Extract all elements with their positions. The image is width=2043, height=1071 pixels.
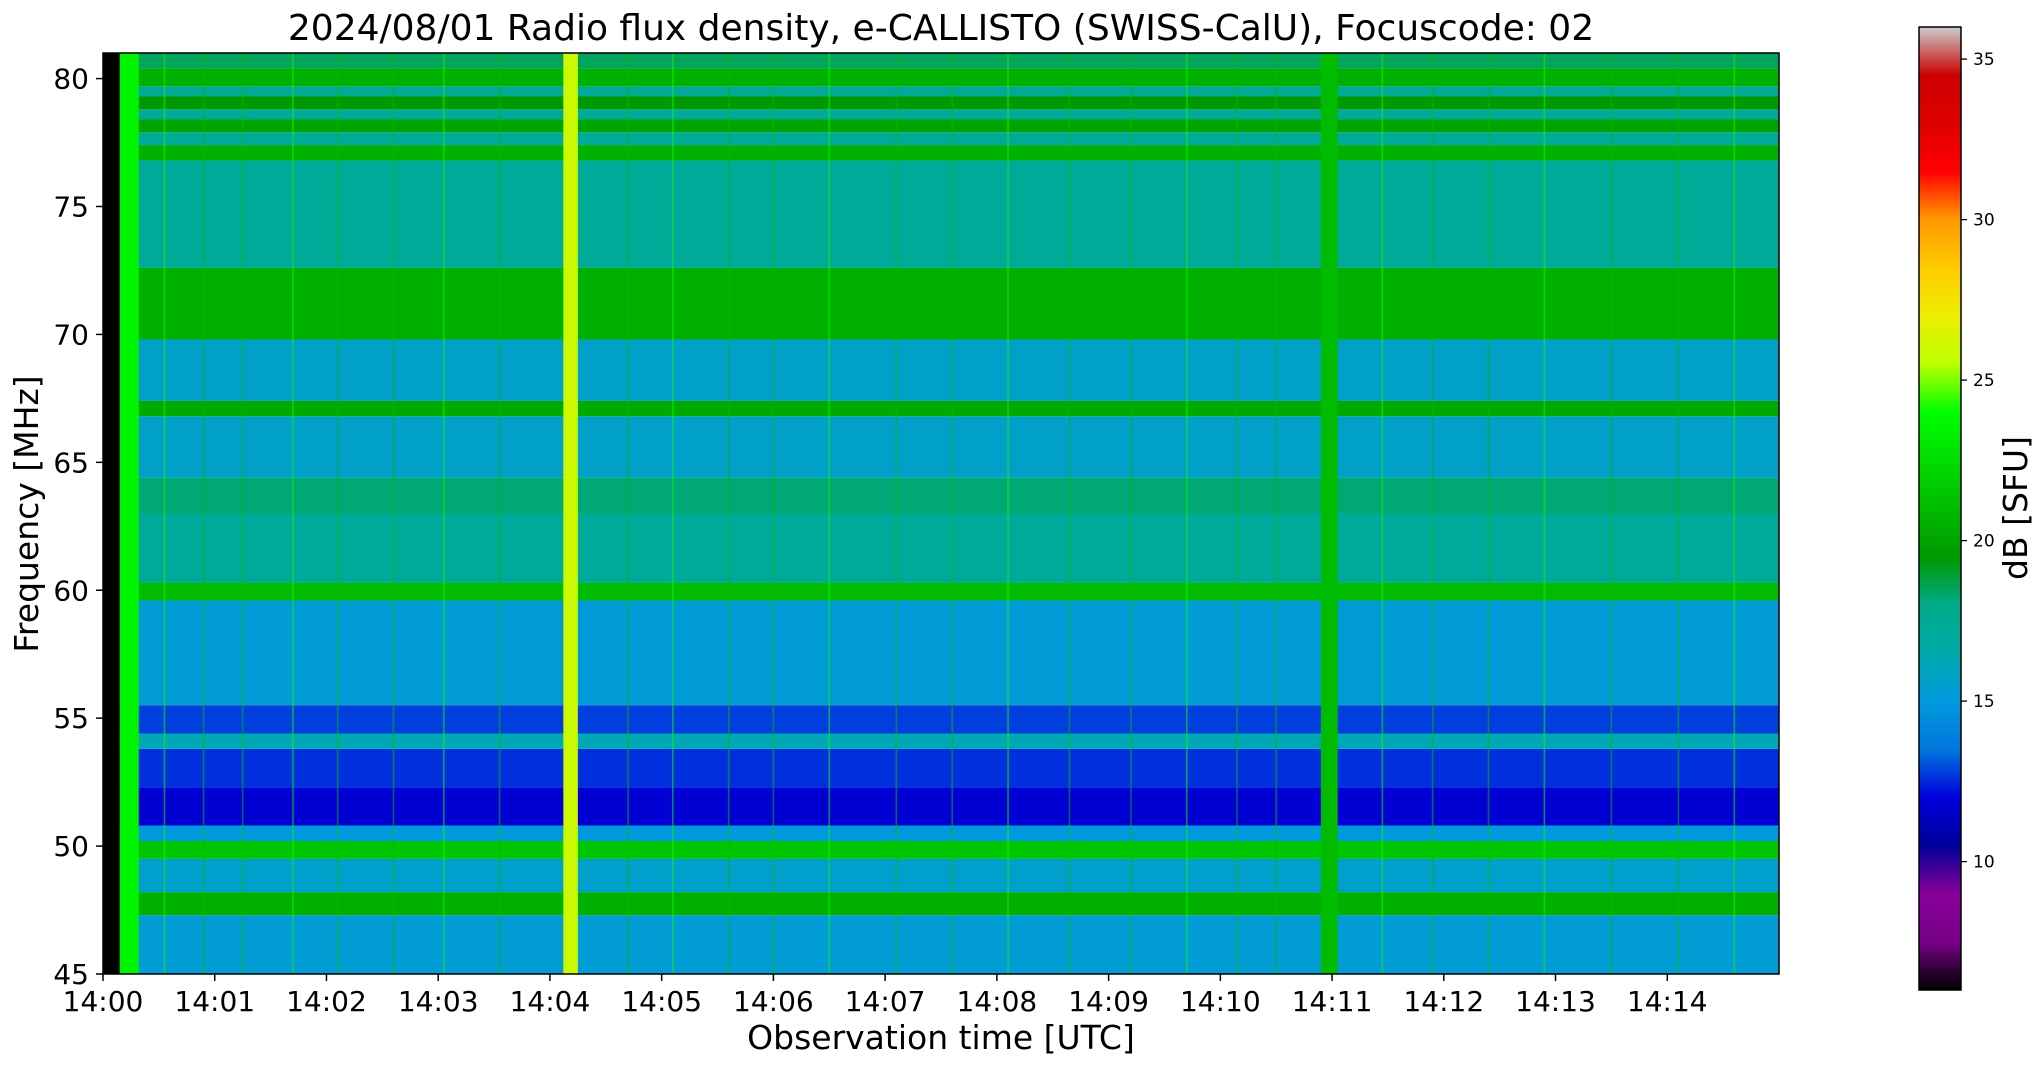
y-axis: 45 50 55 60 65 70 75 80 [53,63,103,991]
colorbar-gradient [1918,26,1962,991]
x-tick-label: 14:11 [1292,985,1373,1018]
frequency-band [103,582,1779,601]
frequency-band [103,915,1779,974]
frequency-band [103,705,1779,734]
broadband-event [119,53,139,974]
x-tick-label: 14:06 [733,985,814,1018]
y-tick-label: 65 [53,446,89,479]
x-axis: 14:00 14:01 14:02 14:03 14:04 14:05 14:06 14:07… [63,974,1708,1018]
x-tick-label: 14:08 [957,985,1038,1018]
frequency-band [103,840,1779,859]
frequency-band [103,600,1779,706]
frequency-band [103,400,1779,417]
frequency-band [103,858,1779,893]
frequency-band [103,748,1779,788]
broadband-event [563,53,578,974]
x-tick-label: 14:02 [286,985,367,1018]
colorbar-ticks: 10 15 20 25 30 35 [1961,50,1995,873]
colorbar-tick-label: 20 [1973,532,1995,552]
broadband-event [103,53,120,974]
frequency-band [103,160,1779,268]
y-tick-label: 75 [53,191,89,224]
frequency-band [103,132,1779,146]
y-axis-label: Frequency [MHz] [7,375,46,652]
colorbar-tick-label: 25 [1973,371,1995,391]
y-tick-label: 45 [53,958,89,991]
frequency-band [103,53,1779,69]
frequency-band [103,513,1779,583]
spectrogram-figure: 2024/08/01 Radio flux density, e-CALLIST… [0,0,2043,1071]
frequency-band [103,892,1779,916]
x-tick-label: 14:14 [1627,985,1708,1018]
spectrogram-heatmap [103,53,1779,974]
frequency-band [103,86,1779,97]
y-tick-label: 80 [53,63,89,96]
frequency-band [103,109,1779,120]
frequency-band [103,416,1779,478]
frequency-band [103,119,1779,133]
colorbar: 10 15 20 25 30 35 dB [SFU] [1918,26,2035,991]
frequency-band [103,787,1779,826]
spectrogram-svg: 2024/08/01 Radio flux density, e-CALLIST… [7,8,2035,1057]
colorbar-tick-label: 30 [1973,211,1995,231]
frequency-band [103,733,1779,749]
chart-title: 2024/08/01 Radio flux density, e-CALLIST… [288,8,1594,49]
x-axis-label: Observation time [UTC] [747,1018,1135,1057]
x-tick-label: 14:09 [1068,985,1149,1018]
broadband-event [1320,53,1338,974]
y-tick-label: 70 [53,318,89,351]
x-tick-label: 14:07 [845,985,926,1018]
x-tick-label: 14:04 [510,985,591,1018]
y-tick-label: 60 [53,574,89,607]
y-tick-label: 50 [53,830,89,863]
frequency-band [103,477,1779,514]
x-tick-label: 14:05 [621,985,702,1018]
frequency-band [103,339,1779,401]
frequency-band [103,267,1779,340]
colorbar-tick-label: 35 [1973,50,1995,70]
x-tick-label: 14:12 [1403,985,1484,1018]
x-tick-label: 14:01 [174,985,255,1018]
colorbar-tick-label: 15 [1973,692,1995,712]
x-tick-label: 14:10 [1180,985,1261,1018]
x-tick-label: 14:13 [1515,985,1596,1018]
frequency-band [103,145,1779,161]
frequency-band [103,825,1779,841]
frequency-band [103,68,1779,87]
frequency-band [103,96,1779,110]
colorbar-tick-label: 10 [1973,853,1995,873]
y-tick-label: 55 [53,702,89,735]
colorbar-label: dB [SFU] [1996,436,2035,580]
x-tick-label: 14:03 [398,985,479,1018]
